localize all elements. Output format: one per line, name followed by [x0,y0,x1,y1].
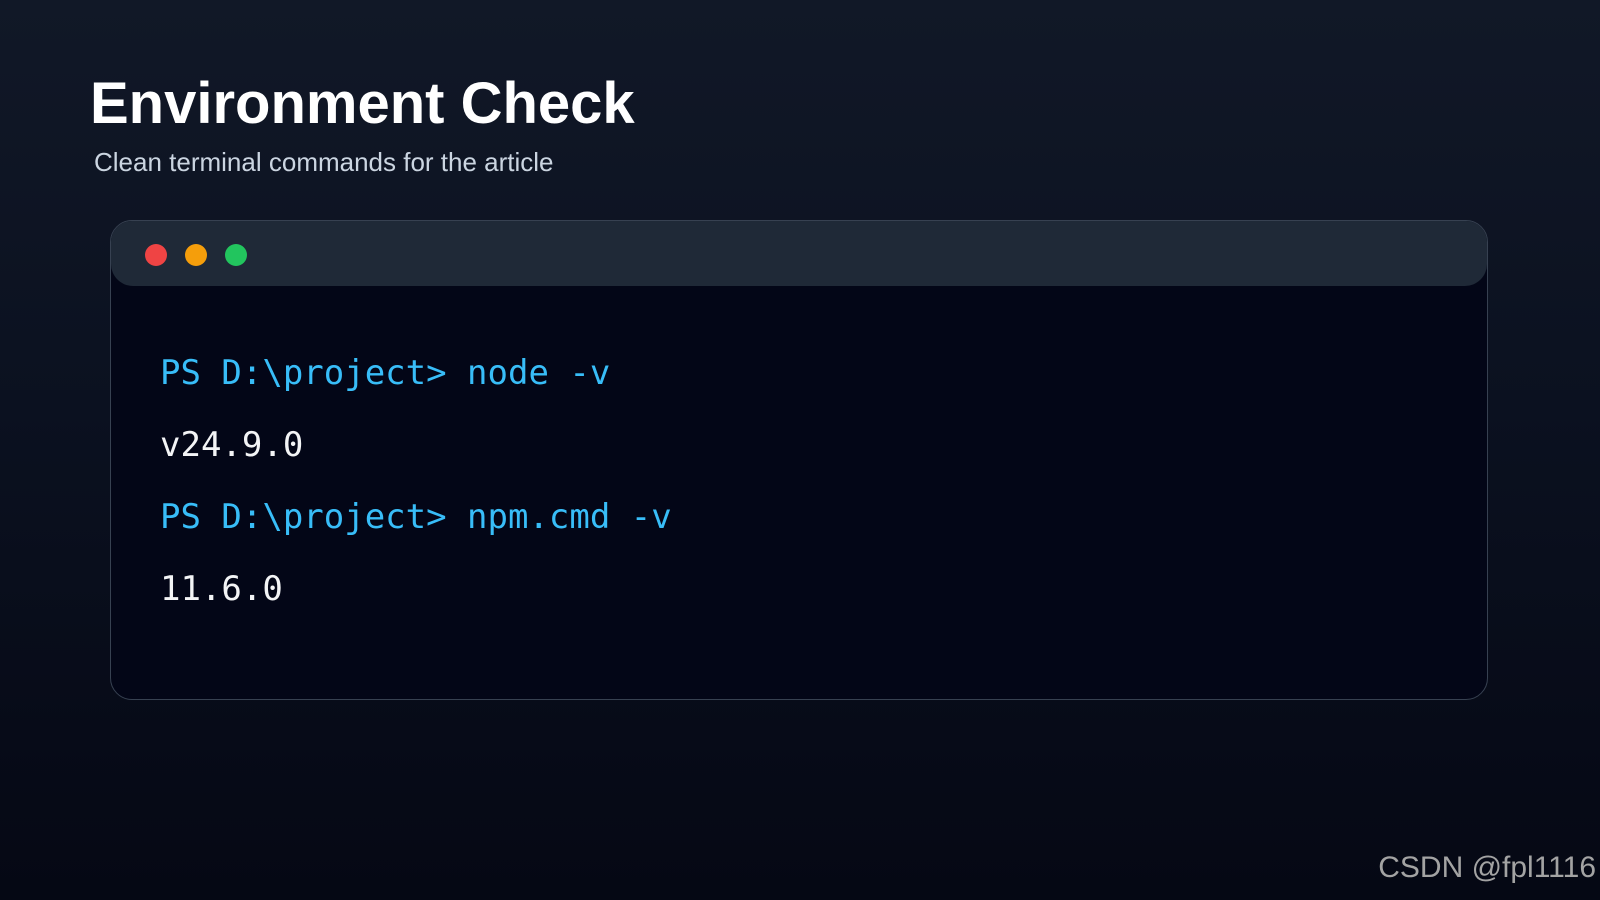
minimize-dot-icon[interactable] [185,244,207,266]
maximize-dot-icon[interactable] [225,244,247,266]
terminal-titlebar [111,221,1487,286]
watermark: CSDN @fpl1116 [1378,851,1596,884]
terminal-window: PS D:\project> node -v v24.9.0 PS D:\pro… [110,220,1488,700]
terminal-output-line: v24.9.0 [160,425,304,465]
page-title: Environment Check [90,71,635,136]
terminal-output[interactable]: PS D:\project> node -v v24.9.0 PS D:\pro… [160,337,1447,625]
terminal-output-line: 11.6.0 [160,569,283,609]
terminal-command-line: PS D:\project> npm.cmd -v [160,497,672,537]
close-dot-icon[interactable] [145,244,167,266]
page-subtitle: Clean terminal commands for the article [94,147,554,177]
terminal-command-line: PS D:\project> node -v [160,353,611,393]
